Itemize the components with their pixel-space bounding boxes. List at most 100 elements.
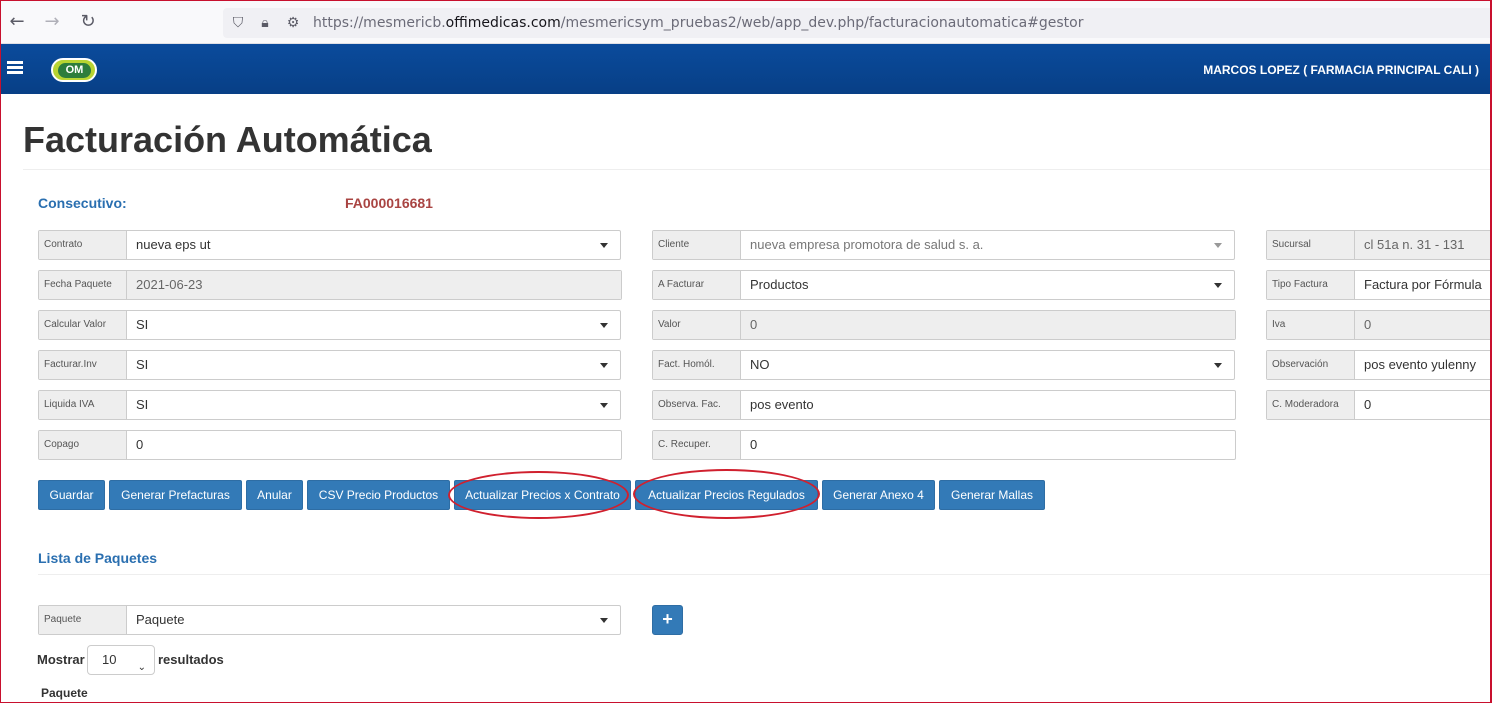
iva-value: 0: [1364, 317, 1372, 332]
caret-down-icon: [600, 403, 608, 408]
screen: ← → ↻ ⛉ 🔒︎ ⚙ https://mesmericb.offimedic…: [0, 0, 1492, 703]
paquete-select[interactable]: Paquete Paquete: [38, 605, 621, 635]
copago-label: Copago: [39, 431, 127, 459]
iva-field: Iva 0: [1266, 310, 1490, 340]
caret-down-icon: [600, 243, 608, 248]
url-text[interactable]: https://mesmericb.offimedicas.com/mesmer…: [313, 15, 1084, 31]
liquida-iva-select[interactable]: Liquida IVA SI: [38, 390, 621, 420]
observacion-value: pos evento yulenny: [1364, 357, 1477, 372]
observa-fac-value: pos evento: [750, 397, 814, 412]
a-facturar-select[interactable]: A Facturar Productos: [652, 270, 1235, 300]
copago-input[interactable]: Copago 0: [38, 430, 622, 460]
cliente-value: nueva empresa promotora de salud s. a.: [750, 237, 984, 252]
valor-field: Valor 0: [652, 310, 1236, 340]
calcular-valor-value: SI: [136, 317, 149, 332]
csv-precio-productos-button[interactable]: CSV Precio Productos: [307, 480, 450, 510]
arrow-right-icon[interactable]: →: [41, 11, 63, 33]
shield-icon[interactable]: ⛉: [229, 14, 247, 32]
user-name[interactable]: MARCOS LOPEZ ( FARMACIA PRINCIPAL CALI ): [1203, 63, 1479, 77]
observa-fac-label: Observa. Fac.: [653, 391, 741, 419]
caret-down-icon: [1214, 363, 1222, 368]
generar-prefacturas-button[interactable]: Generar Prefacturas: [109, 480, 242, 510]
annotation-circle: [633, 469, 820, 519]
logo-text: OM: [58, 63, 91, 78]
caret-down-icon: [1214, 243, 1222, 248]
fact-homol-label: Fact. Homól.: [653, 351, 741, 379]
sucursal-value: cl 51a n. 31 - 131: [1364, 237, 1465, 252]
calcular-valor-select[interactable]: Calcular Valor SI: [38, 310, 621, 340]
liquida-iva-label: Liquida IVA: [39, 391, 127, 419]
browser-toolbar: ← → ↻ ⛉ 🔒︎ ⚙ https://mesmericb.offimedic…: [1, 1, 1490, 44]
generar-mallas-button[interactable]: Generar Mallas: [939, 480, 1045, 510]
sucursal-field: Sucursal cl 51a n. 31 - 131: [1266, 230, 1490, 260]
c-recuper-value: 0: [750, 437, 758, 452]
mostrar-label: Mostrar: [37, 652, 85, 667]
anular-button[interactable]: Anular: [246, 480, 303, 510]
permissions-icon[interactable]: ⚙: [284, 14, 302, 32]
arrow-left-icon[interactable]: ←: [6, 11, 28, 33]
facturar-inv-select[interactable]: Facturar.Inv SI: [38, 350, 621, 380]
tipo-factura-label: Tipo Factura: [1267, 271, 1355, 299]
page-length-select[interactable]: 10 ⌄: [87, 645, 155, 675]
c-recuper-label: C. Recuper.: [653, 431, 741, 459]
contrato-value: nueva eps ut: [136, 237, 211, 252]
valor-label: Valor: [653, 311, 741, 339]
facturar-inv-value: SI: [136, 357, 149, 372]
observacion-input[interactable]: Observación pos evento yulenny: [1266, 350, 1490, 380]
lock-icon[interactable]: 🔒︎: [256, 14, 274, 32]
page-length-value: 10: [102, 652, 117, 667]
consecutivo-value: FA000016681: [345, 195, 433, 211]
page-title: Facturación Automática: [23, 119, 432, 160]
facturar-inv-label: Facturar.Inv: [39, 351, 127, 379]
address-bar[interactable]: ⛉ 🔒︎ ⚙ https://mesmericb.offimedicas.com…: [223, 8, 1490, 38]
observacion-label: Observación: [1267, 351, 1355, 379]
paquete-value: Paquete: [136, 612, 185, 627]
add-paquete-button[interactable]: +: [652, 605, 683, 635]
fact-homol-select[interactable]: Fact. Homól. NO: [652, 350, 1235, 380]
tipo-factura-value: Factura por Fórmula: [1364, 277, 1482, 292]
caret-down-icon: [600, 323, 608, 328]
observa-fac-input[interactable]: Observa. Fac. pos evento: [652, 390, 1236, 420]
fecha-paquete-value: 2021-06-23: [136, 277, 203, 292]
c-moderadora-input[interactable]: C. Moderadora 0: [1266, 390, 1490, 420]
paquete-label: Paquete: [39, 606, 127, 634]
contrato-label: Contrato: [39, 231, 127, 259]
contrato-select[interactable]: Contrato nueva eps ut: [38, 230, 621, 260]
menu-icon[interactable]: [7, 61, 23, 75]
cliente-label: Cliente: [653, 231, 741, 259]
divider: [38, 574, 1490, 575]
guardar-button[interactable]: Guardar: [38, 480, 105, 510]
consecutivo-label: Consecutivo:: [38, 195, 127, 211]
chevron-down-icon: ⌄: [137, 662, 146, 673]
column-header-paquete[interactable]: Paquete: [41, 686, 88, 700]
fecha-paquete-label: Fecha Paquete: [39, 271, 127, 299]
resultados-label: resultados: [158, 652, 224, 667]
iva-label: Iva: [1267, 311, 1355, 339]
cliente-select[interactable]: Cliente nueva empresa promotora de salud…: [652, 230, 1235, 260]
c-moderadora-label: C. Moderadora: [1267, 391, 1355, 419]
sucursal-label: Sucursal: [1267, 231, 1355, 259]
url-prefix: https://mesmericb.: [313, 15, 446, 31]
logo[interactable]: OM: [51, 58, 97, 82]
caret-down-icon: [600, 363, 608, 368]
generar-anexo-button[interactable]: Generar Anexo 4: [822, 480, 935, 510]
calcular-valor-label: Calcular Valor: [39, 311, 127, 339]
valor-value: 0: [750, 317, 758, 332]
a-facturar-label: A Facturar: [653, 271, 741, 299]
copago-value: 0: [136, 437, 144, 452]
c-moderadora-value: 0: [1364, 397, 1372, 412]
annotation-circle: [448, 471, 629, 519]
url-domain: offimedicas.com: [445, 15, 561, 31]
divider: [23, 169, 1490, 170]
url-path: /mesmericsym_pruebas2/web/app_dev.php/fa…: [560, 15, 1084, 31]
fecha-paquete-field: Fecha Paquete 2021-06-23: [38, 270, 622, 300]
reload-icon[interactable]: ↻: [77, 11, 99, 33]
fact-homol-value: NO: [750, 357, 770, 372]
section-title: Lista de Paquetes: [38, 550, 158, 566]
a-facturar-value: Productos: [750, 277, 809, 292]
caret-down-icon: [1214, 283, 1222, 288]
tipo-factura-select[interactable]: Tipo Factura Factura por Fórmula: [1266, 270, 1490, 300]
liquida-iva-value: SI: [136, 397, 149, 412]
app-header: OM MARCOS LOPEZ ( FARMACIA PRINCIPAL CAL…: [1, 44, 1490, 94]
c-recuper-input[interactable]: C. Recuper. 0: [652, 430, 1236, 460]
